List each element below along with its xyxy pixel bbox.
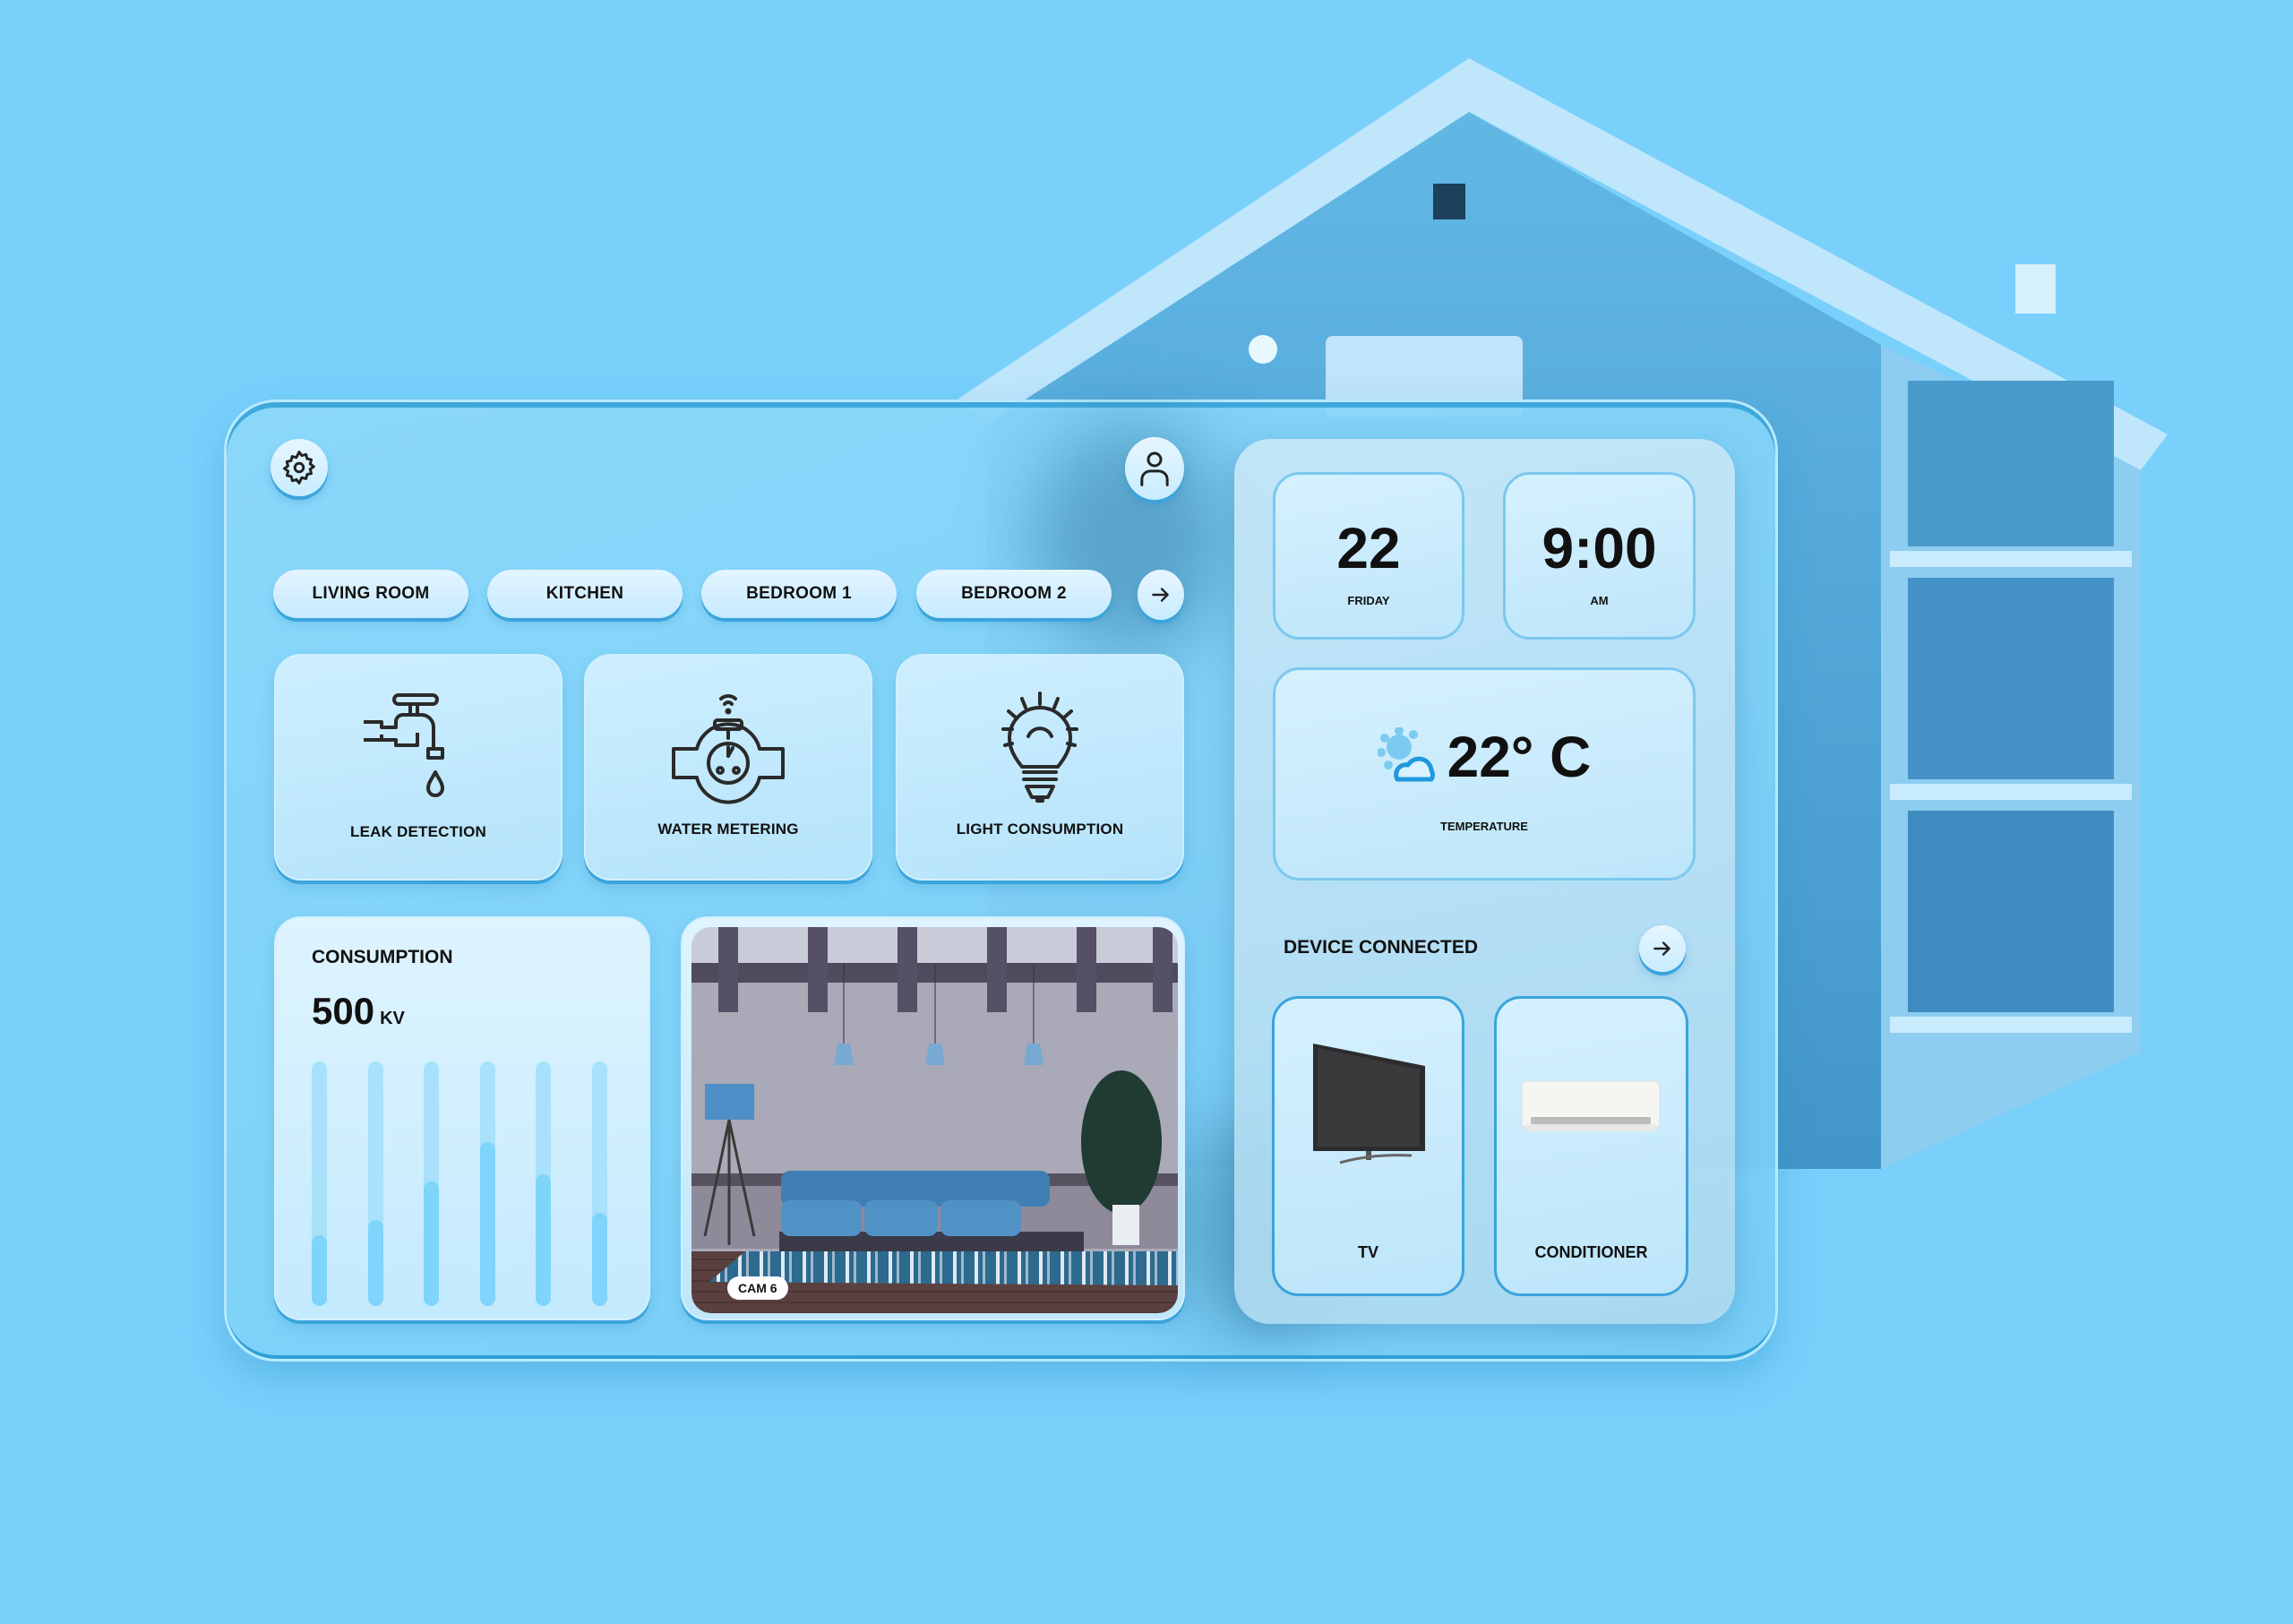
date-number: 22 [1336,516,1401,580]
air-conditioner-icon [1521,1080,1661,1131]
device-label: TV [1357,1243,1378,1261]
consumption-value: 500 [312,990,375,1032]
partly-cloudy-icon [1377,727,1435,782]
tv-icon [1313,1044,1425,1164]
gear-icon [283,451,315,485]
water-meter-icon [672,694,785,804]
devices-next-button[interactable] [1639,925,1686,972]
camera-label: CAM 6 [727,1276,788,1300]
temperature-card: 22° C TEMPERATURE [1273,667,1696,881]
devices-title: DEVICE CONNECTED [1284,937,1479,958]
temperature-label: TEMPERATURE [1440,820,1528,833]
consumption-bar-track [592,1061,607,1306]
light-consumption-card[interactable]: LIGHT CONSUMPTION [896,654,1184,881]
tab-bedroom-2[interactable]: BEDROOM 2 [916,570,1112,618]
consumption-bar-track [312,1061,327,1306]
user-icon [1140,451,1169,486]
consumption-bar [479,1142,495,1306]
consumption-bar [367,1220,383,1306]
feature-label: LIGHT CONSUMPTION [956,821,1124,838]
arrow-right-icon [1152,588,1169,602]
settings-button[interactable] [271,439,328,496]
time-card: 9:00 AM [1503,472,1696,640]
consumption-title: CONSUMPTION [312,947,453,967]
faucet-drop-icon [364,693,444,797]
consumption-bar-track [367,1061,383,1306]
tab-bedroom-1[interactable]: BEDROOM 1 [701,570,897,618]
light-bulb-icon [1001,692,1078,803]
consumption-bar [312,1234,327,1306]
rooms-next-button[interactable] [1138,570,1184,620]
tab-label: LIVING ROOM [312,584,430,603]
tab-label: KITCHEN [545,584,624,603]
weekday: FRIDAY [1347,594,1390,607]
time-value: 9:00 [1542,516,1657,580]
consumption-unit: KV [380,1009,405,1028]
arrow-right-icon [1653,941,1670,956]
device-card-conditioner[interactable]: CONDITIONER [1494,996,1688,1296]
consumption-bar-track [424,1061,440,1306]
leak-detection-card[interactable]: LEAK DETECTION [274,654,563,881]
feature-label: WATER METERING [657,821,799,838]
consumption-bar-track [536,1061,552,1306]
consumption-card: CONSUMPTION 500 KV [274,916,650,1320]
tab-kitchen[interactable]: KITCHEN [487,570,683,618]
consumption-bar-track [479,1061,495,1306]
consumption-bar [536,1173,552,1306]
camera-card[interactable]: CAM 6 [681,916,1185,1320]
device-card-tv[interactable]: TV [1272,996,1464,1296]
feature-label: LEAK DETECTION [349,823,487,840]
consumption-bar-chart [312,1061,607,1306]
consumption-bar [592,1213,607,1306]
consumption-bar [424,1181,440,1306]
tab-living-room[interactable]: LIVING ROOM [273,570,468,618]
date-card: 22 FRIDAY [1273,472,1464,640]
water-metering-card[interactable]: WATER METERING [584,654,872,881]
camera-feed-image[interactable] [691,927,1178,1313]
tab-label: BEDROOM 2 [961,584,1067,603]
time-period: AM [1590,594,1609,607]
temperature-value: 22° C [1447,725,1592,789]
profile-button[interactable] [1125,437,1184,500]
device-label: CONDITIONER [1534,1243,1648,1261]
tab-label: BEDROOM 1 [746,584,852,603]
